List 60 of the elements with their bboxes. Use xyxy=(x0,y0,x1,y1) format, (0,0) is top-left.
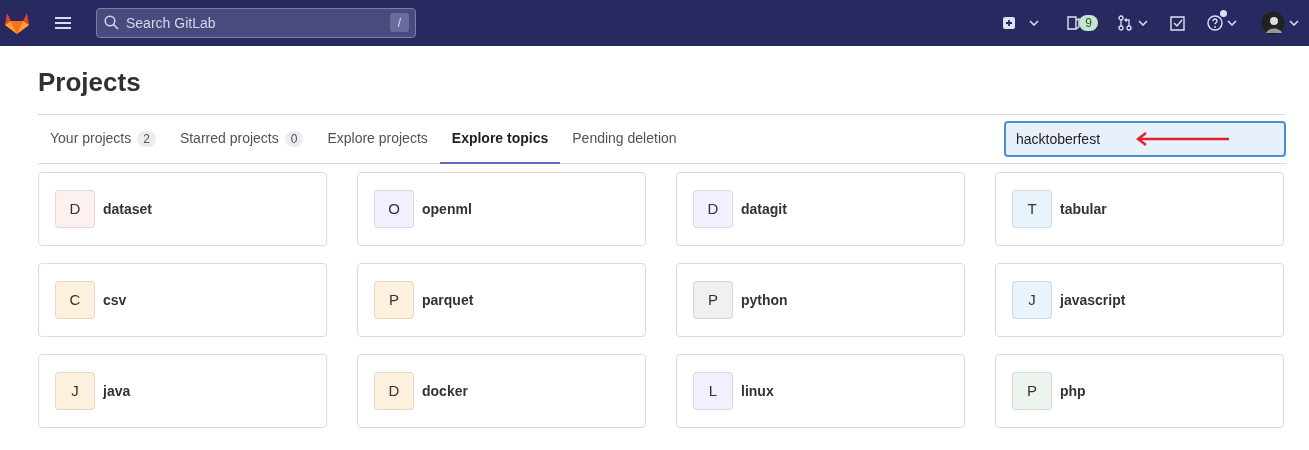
topic-name[interactable]: php xyxy=(1060,380,1086,402)
issues-count[interactable]: 9 xyxy=(1079,15,1098,31)
topic-name[interactable]: datagit xyxy=(741,198,787,220)
topic-avatar: D xyxy=(55,190,95,228)
topic-card[interactable]: D datagit xyxy=(676,172,965,246)
topic-name[interactable]: parquet xyxy=(422,289,474,311)
help-icon[interactable] xyxy=(1207,15,1223,31)
avatar-icon[interactable] xyxy=(1261,11,1285,35)
topic-card[interactable]: J java xyxy=(38,354,327,428)
search-icon xyxy=(104,15,119,30)
topic-name[interactable]: docker xyxy=(422,380,468,402)
topic-card[interactable]: P python xyxy=(676,263,965,337)
tab[interactable]: Your projects 2 xyxy=(38,115,168,164)
topic-avatar: J xyxy=(55,372,95,410)
topic-avatar: P xyxy=(1012,372,1052,410)
topic-name[interactable]: javascript xyxy=(1060,289,1126,311)
tab[interactable]: Starred projects 0 xyxy=(167,115,316,164)
topic-card[interactable]: P parquet xyxy=(357,263,646,337)
issues-icon[interactable] xyxy=(1067,16,1082,30)
todo-icon[interactable] xyxy=(1170,15,1185,31)
topic-name[interactable]: csv xyxy=(103,289,127,311)
topic-card[interactable]: C csv xyxy=(38,263,327,337)
topic-filter-field[interactable]: hacktoberfest xyxy=(1004,121,1286,157)
topic-avatar: C xyxy=(55,281,95,319)
topic-card[interactable]: L linux xyxy=(676,354,965,428)
topic-name[interactable]: tabular xyxy=(1060,198,1107,220)
tab[interactable]: Pending deletion xyxy=(560,115,689,164)
topic-card[interactable]: J javascript xyxy=(995,263,1284,337)
chevron-down-icon[interactable] xyxy=(1227,20,1237,26)
topic-card[interactable]: P php xyxy=(995,354,1284,428)
tab[interactable]: Explore topics xyxy=(439,115,561,164)
topic-avatar: T xyxy=(1012,190,1052,228)
topic-name[interactable]: openml xyxy=(422,198,472,220)
topic-avatar: P xyxy=(693,281,733,319)
shortcut-key: / xyxy=(390,13,409,32)
topic-avatar: O xyxy=(374,190,414,228)
topic-name[interactable]: java xyxy=(103,380,131,402)
topic-card[interactable]: D dataset xyxy=(38,172,327,246)
topic-avatar: L xyxy=(693,372,733,410)
tab[interactable]: Explore projects xyxy=(315,115,440,164)
count-badge: 0 xyxy=(284,130,304,147)
chevron-down-icon[interactable] xyxy=(1029,20,1040,26)
menu-icon[interactable] xyxy=(54,16,72,30)
topic-card[interactable]: O openml xyxy=(357,172,646,246)
merge-request-icon[interactable] xyxy=(1118,15,1132,31)
topic-avatar: J xyxy=(1012,281,1052,319)
topic-card[interactable]: T tabular xyxy=(995,172,1284,246)
topic-name[interactable]: dataset xyxy=(103,198,153,220)
topic-avatar: D xyxy=(374,372,414,410)
topic-card[interactable]: D docker xyxy=(357,354,646,428)
topic-avatar: D xyxy=(693,190,733,228)
page-title: Projects xyxy=(38,66,142,99)
chevron-down-icon[interactable] xyxy=(1289,20,1299,26)
plus-icon[interactable] xyxy=(1003,17,1016,29)
topic-avatar: P xyxy=(374,281,414,319)
chevron-down-icon[interactable] xyxy=(1138,20,1148,26)
fox-logo-icon[interactable] xyxy=(4,11,30,35)
count-badge: 2 xyxy=(137,130,156,147)
topic-name[interactable]: linux xyxy=(741,380,774,402)
topic-name[interactable]: python xyxy=(741,289,788,311)
